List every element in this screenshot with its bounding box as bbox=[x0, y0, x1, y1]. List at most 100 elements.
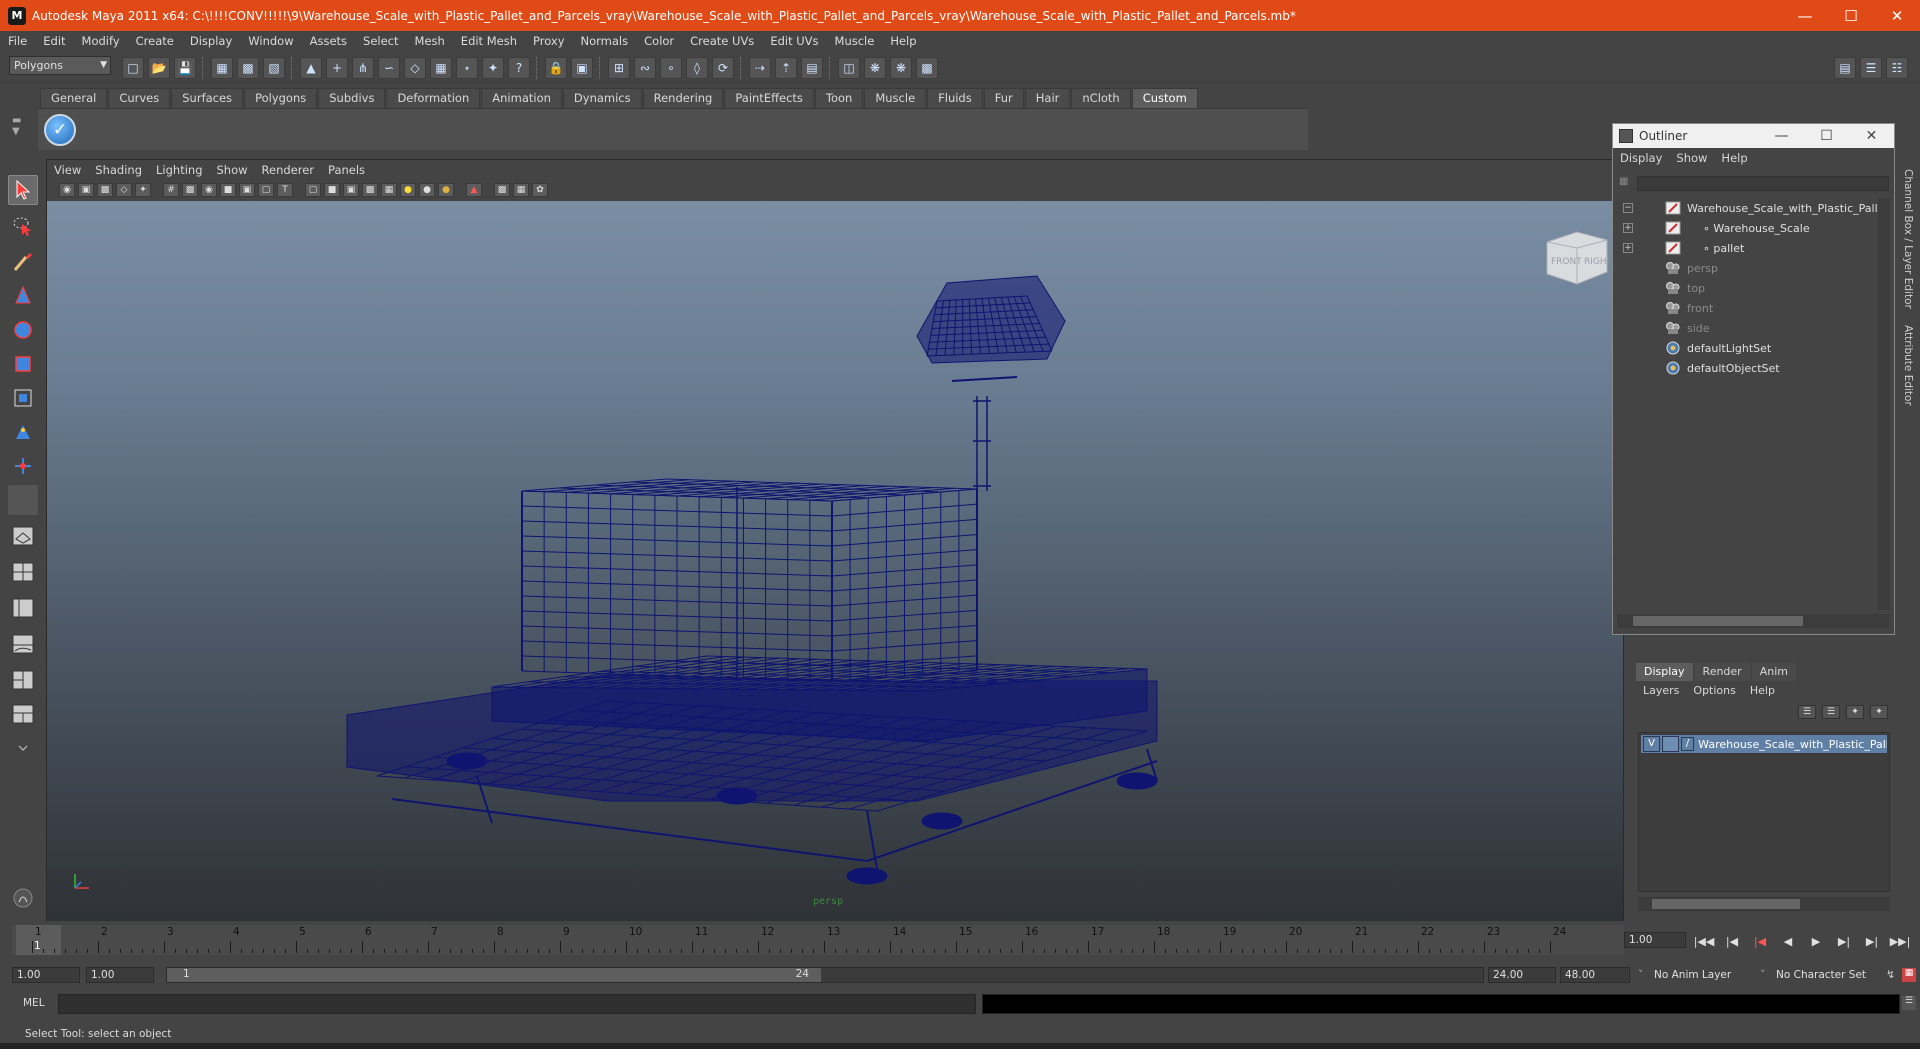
command-input[interactable] bbox=[58, 994, 976, 1014]
shelf-tab-fur[interactable]: Fur bbox=[983, 88, 1024, 108]
high-quality-icon[interactable]: ✿ bbox=[532, 183, 548, 197]
end-time-field[interactable]: 48.00 bbox=[1560, 967, 1630, 983]
minimize-icon[interactable]: — bbox=[1759, 124, 1804, 148]
layer-visibility-toggle[interactable]: V bbox=[1643, 736, 1660, 752]
layer-menu-options[interactable]: Options bbox=[1686, 684, 1742, 697]
step-forward-frame-icon[interactable]: ▶| bbox=[1861, 932, 1883, 950]
time-slider[interactable]: 1 1 2 3 4 5 6 7 8 9 10 11 12 13 14 15 16 17 18 19 20 21 22 23 2… bbox=[12, 925, 1624, 955]
hypershade-layout-icon[interactable] bbox=[8, 665, 38, 695]
menu-file[interactable]: File bbox=[0, 34, 35, 48]
ipr-render-icon[interactable]: ❋ bbox=[890, 57, 912, 79]
input-ops-icon[interactable]: ⇢ bbox=[749, 57, 771, 79]
menu-modify[interactable]: Modify bbox=[74, 34, 128, 48]
make-live-icon[interactable]: ⟳ bbox=[712, 57, 734, 79]
open-scene-icon[interactable]: 📂 bbox=[148, 57, 170, 79]
persp-outliner-layout-icon[interactable] bbox=[8, 593, 38, 623]
quick-layout-icon[interactable] bbox=[8, 883, 38, 913]
camera-attributes-icon[interactable]: ▣ bbox=[78, 183, 94, 197]
highlight-selection-icon[interactable]: ▣ bbox=[571, 57, 593, 79]
select-by-object-icon[interactable]: ▩ bbox=[237, 57, 259, 79]
check-icon[interactable]: ✓ bbox=[44, 114, 76, 146]
layer-color-swatch[interactable] bbox=[1661, 736, 1679, 752]
outliner-item[interactable]: persp bbox=[1617, 258, 1885, 278]
snap-to-grid-icon[interactable]: ⊞ bbox=[608, 57, 630, 79]
layer-tab-anim[interactable]: Anim bbox=[1751, 663, 1796, 681]
scrollbar-thumb[interactable] bbox=[1633, 616, 1803, 626]
menu-set-dropdown[interactable]: Polygons ▼ bbox=[9, 56, 111, 75]
single-perspective-layout-icon[interactable] bbox=[8, 521, 38, 551]
layer-tab-render[interactable]: Render bbox=[1694, 663, 1750, 681]
grid-icon[interactable]: # bbox=[163, 183, 179, 197]
viewport-menu-shading[interactable]: Shading bbox=[88, 163, 149, 177]
tool-settings-toggle-icon[interactable]: ☰ bbox=[1860, 57, 1882, 79]
viewport-menu-show[interactable]: Show bbox=[210, 163, 255, 177]
menu-select[interactable]: Select bbox=[355, 34, 406, 48]
lasso-tool-icon[interactable] bbox=[8, 211, 38, 241]
layer-horizontal-scrollbar[interactable] bbox=[1638, 897, 1890, 911]
layer-edit-icon[interactable]: / bbox=[1680, 737, 1695, 751]
outliner-vertical-scrollbar[interactable] bbox=[1878, 198, 1890, 610]
safe-action-icon[interactable]: ▢ bbox=[258, 183, 274, 197]
shelf-tab-toon[interactable]: Toon bbox=[814, 88, 864, 108]
menu-edit-uvs[interactable]: Edit UVs bbox=[762, 34, 826, 48]
shelf-tab-dynamics[interactable]: Dynamics bbox=[562, 88, 642, 108]
viewport-menu-lighting[interactable]: Lighting bbox=[149, 163, 209, 177]
new-layer-icon[interactable]: ✦ bbox=[1846, 705, 1864, 719]
shelf-tab-ncloth[interactable]: nCloth bbox=[1071, 88, 1131, 108]
mask-icon[interactable]: ▲ bbox=[300, 57, 322, 79]
expand-icon[interactable]: + bbox=[1623, 223, 1633, 233]
pick-misc-icon[interactable]: ? bbox=[508, 57, 530, 79]
attribute-editor-tab[interactable]: Attribute Editor bbox=[1902, 325, 1914, 406]
all-lights-icon[interactable]: ● bbox=[419, 183, 435, 197]
shelf-tab-painteffects[interactable]: PaintEffects bbox=[724, 88, 814, 108]
outliner-item[interactable]: defaultObjectSet bbox=[1617, 358, 1885, 378]
outliner-item[interactable]: + ∘ Warehouse_Scale bbox=[1617, 218, 1885, 238]
go-to-start-icon[interactable]: |◀◀ bbox=[1693, 932, 1715, 950]
outliner-item[interactable]: front bbox=[1617, 298, 1885, 318]
maximize-icon[interactable]: ☐ bbox=[1828, 0, 1874, 31]
filter-icon[interactable]: ▦ bbox=[1619, 176, 1628, 187]
character-set-dropdown[interactable]: ˅ No Character Set bbox=[1758, 967, 1888, 983]
universal-manipulator-icon[interactable] bbox=[8, 383, 38, 413]
start-time-field[interactable]: 1.00 bbox=[12, 967, 80, 983]
menu-color[interactable]: Color bbox=[636, 34, 682, 48]
menu-window[interactable]: Window bbox=[240, 34, 301, 48]
range-slider-thumb[interactable]: 1 24 bbox=[167, 968, 821, 982]
outliner-menu-help[interactable]: Help bbox=[1714, 151, 1754, 165]
close-icon[interactable]: ✕ bbox=[1874, 0, 1920, 31]
hud-icon[interactable]: ▩ bbox=[494, 183, 510, 197]
field-chart-icon[interactable]: ▣ bbox=[239, 183, 255, 197]
outliner-item[interactable]: + ∘ pallet bbox=[1617, 238, 1885, 258]
gate-mask-icon[interactable]: ■ bbox=[220, 183, 236, 197]
shelf-tab-curves[interactable]: Curves bbox=[108, 88, 171, 108]
render-view-icon[interactable]: ◫ bbox=[838, 57, 860, 79]
playback-start-field[interactable]: 1.00 bbox=[86, 967, 154, 983]
menu-edit-mesh[interactable]: Edit Mesh bbox=[453, 34, 525, 48]
channel-box-tab[interactable]: Channel Box / Layer Editor bbox=[1902, 169, 1914, 309]
isolate-select-icon[interactable]: ▲ bbox=[466, 183, 482, 197]
xray-icon[interactable]: ▩ bbox=[362, 183, 378, 197]
default-lighting-icon[interactable]: ● bbox=[400, 183, 416, 197]
viewport-canvas[interactable]: FRONT RIGHT persp bbox=[47, 201, 1623, 921]
pick-deformations-icon[interactable]: ▦ bbox=[430, 57, 452, 79]
select-by-component-icon[interactable]: ▧ bbox=[263, 57, 285, 79]
menu-proxy[interactable]: Proxy bbox=[525, 34, 573, 48]
bookmarks-icon[interactable]: ▩ bbox=[97, 183, 113, 197]
shelf-tab-muscle[interactable]: Muscle bbox=[864, 88, 927, 108]
viewport-menu-panels[interactable]: Panels bbox=[321, 163, 372, 177]
camera-lock-icon[interactable]: ✦ bbox=[135, 183, 151, 197]
shelf-tab-fluids[interactable]: Fluids bbox=[927, 88, 983, 108]
select-tool-icon[interactable] bbox=[8, 175, 38, 205]
shelf-tab-animation[interactable]: Animation bbox=[481, 88, 562, 108]
output-ops-icon[interactable]: ⇡ bbox=[775, 57, 797, 79]
expand-icon[interactable]: + bbox=[1623, 243, 1633, 253]
camera-attr-icon[interactable]: ▦ bbox=[513, 183, 529, 197]
outliner-item[interactable]: side bbox=[1617, 318, 1885, 338]
new-layer-from-selection-icon[interactable]: ✦ bbox=[1870, 705, 1888, 719]
viewport-menu-renderer[interactable]: Renderer bbox=[255, 163, 322, 177]
persp-graph-layout-icon[interactable] bbox=[8, 629, 38, 659]
snap-to-curve-icon[interactable]: ∾ bbox=[634, 57, 656, 79]
attribute-editor-toggle-icon[interactable]: ▤ bbox=[1834, 57, 1856, 79]
menu-create-uvs[interactable]: Create UVs bbox=[682, 34, 762, 48]
minimize-icon[interactable]: — bbox=[1782, 0, 1828, 31]
